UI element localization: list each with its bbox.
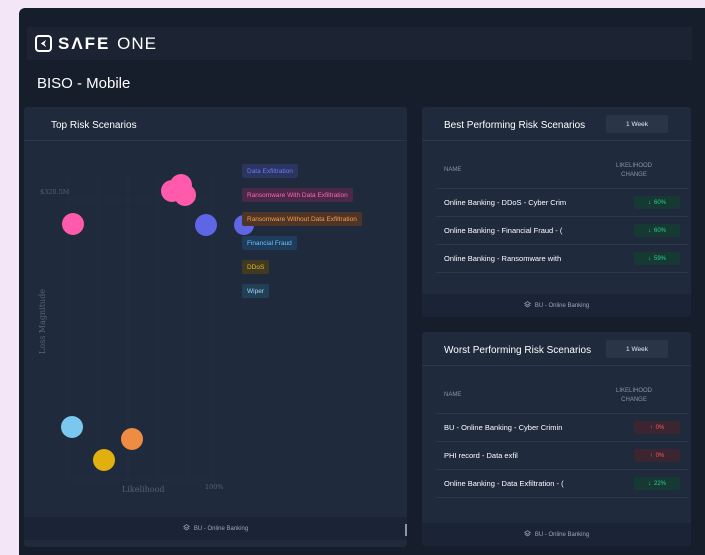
safe-one-logo[interactable]: SΛFE ONE — [35, 34, 157, 54]
change-value: 0% — [655, 452, 665, 459]
likelihood-change-badge: ↑ 0% — [634, 449, 680, 462]
best-performing-title: Best Performing Risk Scenarios — [444, 120, 586, 131]
legend-data-exfiltration[interactable]: Data Exfiltration — [242, 164, 298, 178]
likelihood-change-badge: ↓ 60% — [634, 224, 680, 237]
safe-logo-icon — [35, 35, 52, 52]
bubble-ddos[interactable] — [93, 449, 115, 471]
footer-label: BU - Online Banking — [534, 302, 590, 309]
scenario-name: PHI record - Data exfil — [444, 451, 518, 460]
legend-label: DDoS — [247, 263, 265, 271]
legend-wiper[interactable]: Wiper — [242, 284, 269, 298]
best-performing-panel: Best Performing Risk Scenarios 1 Week NA… — [422, 107, 691, 317]
table-row[interactable]: BU - Online Banking - Cyber Crimin ↑ 0% — [436, 414, 688, 442]
y-axis-label: Loss Magnitude — [37, 289, 47, 354]
table-row[interactable]: Online Banking - Data Exfiltration - ( ↓… — [436, 470, 688, 498]
period-select-button[interactable]: 1 Week — [606, 340, 668, 358]
likelihood-change-badge: ↓ 22% — [634, 477, 680, 490]
arrow-down-icon: ↓ — [647, 255, 651, 262]
app-window: SΛFE ONE BISO - Mobile Top Risk Scenario… — [19, 8, 705, 555]
column-header-change: LIKELIHOOD CHANGE — [615, 163, 652, 178]
legend-financial-fraud[interactable]: Financial Fraud — [242, 236, 297, 250]
scenario-name: Online Banking - Data Exfiltration - ( — [444, 479, 564, 488]
top-risk-title: Top Risk Scenarios — [51, 120, 137, 131]
scenario-name: BU - Online Banking - Cyber Crimin — [444, 423, 563, 432]
top-risk-scenarios-panel: Top Risk Scenarios $320.5M 100% Likeliho… — [24, 107, 407, 547]
column-header-change: LIKELIHOOD CHANGE — [615, 388, 652, 403]
legend-label: Wiper — [247, 287, 264, 295]
legend-ddos[interactable]: DDoS — [242, 260, 270, 274]
change-value: 0% — [655, 424, 665, 431]
likelihood-change-badge: ↓ 60% — [634, 196, 680, 209]
likelihood-change-badge: ↓ 59% — [634, 252, 680, 265]
logo-bold-text: SΛFE — [58, 33, 111, 53]
panel-footer: BU - Online Banking — [422, 294, 691, 317]
scenario-name: Online Banking - Financial Fraud - ( — [444, 226, 563, 235]
legend-label: Ransomware With Data Exfiltration — [247, 191, 348, 199]
panel-divider — [422, 140, 691, 141]
footer-label: BU - Online Banking — [193, 525, 249, 532]
bubble-ransomware-with-exfil[interactable] — [62, 213, 84, 235]
legend-ransomware-without-exfil[interactable]: Ransomware Without Data Exfiltration — [242, 212, 362, 226]
panel-divider — [422, 365, 691, 366]
panel-footer: BU - Online Banking — [24, 517, 407, 540]
table-row[interactable]: Online Banking - Financial Fraud - ( ↓ 6… — [436, 217, 688, 245]
table-row[interactable]: PHI record - Data exfil ↑ 0% — [436, 442, 688, 470]
top-navigation-bar: SΛFE ONE — [27, 27, 692, 60]
arrow-up-icon: ↑ — [649, 452, 653, 459]
bubble-ransomware-without-exfil[interactable] — [121, 428, 143, 450]
arrow-down-icon: ↓ — [647, 480, 651, 487]
arrow-up-icon: ↑ — [649, 424, 653, 431]
worst-performing-title: Worst Performing Risk Scenarios — [444, 345, 592, 356]
column-header-name: NAME — [444, 167, 462, 173]
legend-label: Financial Fraud — [247, 239, 292, 247]
legend-label: Ransomware Without Data Exfiltration — [247, 215, 357, 223]
layers-icon — [182, 524, 190, 533]
change-value: 60% — [653, 199, 666, 206]
panel-footer: BU - Online Banking — [422, 523, 691, 546]
change-value: 59% — [653, 255, 666, 262]
worst-performing-panel: Worst Performing Risk Scenarios 1 Week N… — [422, 332, 691, 546]
arrow-down-icon: ↓ — [647, 199, 651, 206]
layers-icon — [523, 301, 531, 310]
scrollbar[interactable] — [405, 524, 407, 536]
logo-light-text: ONE — [117, 33, 157, 53]
change-value: 60% — [653, 227, 666, 234]
y-axis-tick: $320.5M — [40, 188, 70, 196]
period-label: 1 Week — [626, 345, 648, 353]
bubble-ransomware-with-exfil[interactable] — [174, 184, 196, 206]
table-row[interactable]: Online Banking - DDoS - Cyber Crim ↓ 60% — [436, 189, 688, 217]
page-title: BISO - Mobile — [37, 75, 131, 92]
scenario-name: Online Banking - Ransomware with — [444, 254, 562, 263]
x-axis-label: Likelihood — [122, 485, 165, 494]
period-label: 1 Week — [626, 120, 648, 128]
layers-icon — [523, 530, 531, 539]
likelihood-change-badge: ↑ 0% — [634, 421, 680, 434]
logo-text: SΛFE ONE — [58, 34, 157, 54]
bubble-financial-fraud[interactable] — [61, 416, 83, 438]
arrow-down-icon: ↓ — [647, 227, 651, 234]
period-select-button[interactable]: 1 Week — [606, 115, 668, 133]
table-row[interactable]: Online Banking - Ransomware with ↓ 59% — [436, 245, 688, 273]
scenario-name: Online Banking - DDoS - Cyber Crim — [444, 198, 567, 207]
x-axis-tick: 100% — [205, 483, 224, 491]
legend-label: Data Exfiltration — [247, 167, 293, 175]
legend-ransomware-with-exfil[interactable]: Ransomware With Data Exfiltration — [242, 188, 353, 202]
change-value: 22% — [653, 480, 666, 487]
column-header-name: NAME — [444, 392, 462, 398]
footer-label: BU - Online Banking — [534, 531, 590, 538]
bubble-data-exfiltration[interactable] — [195, 214, 217, 236]
